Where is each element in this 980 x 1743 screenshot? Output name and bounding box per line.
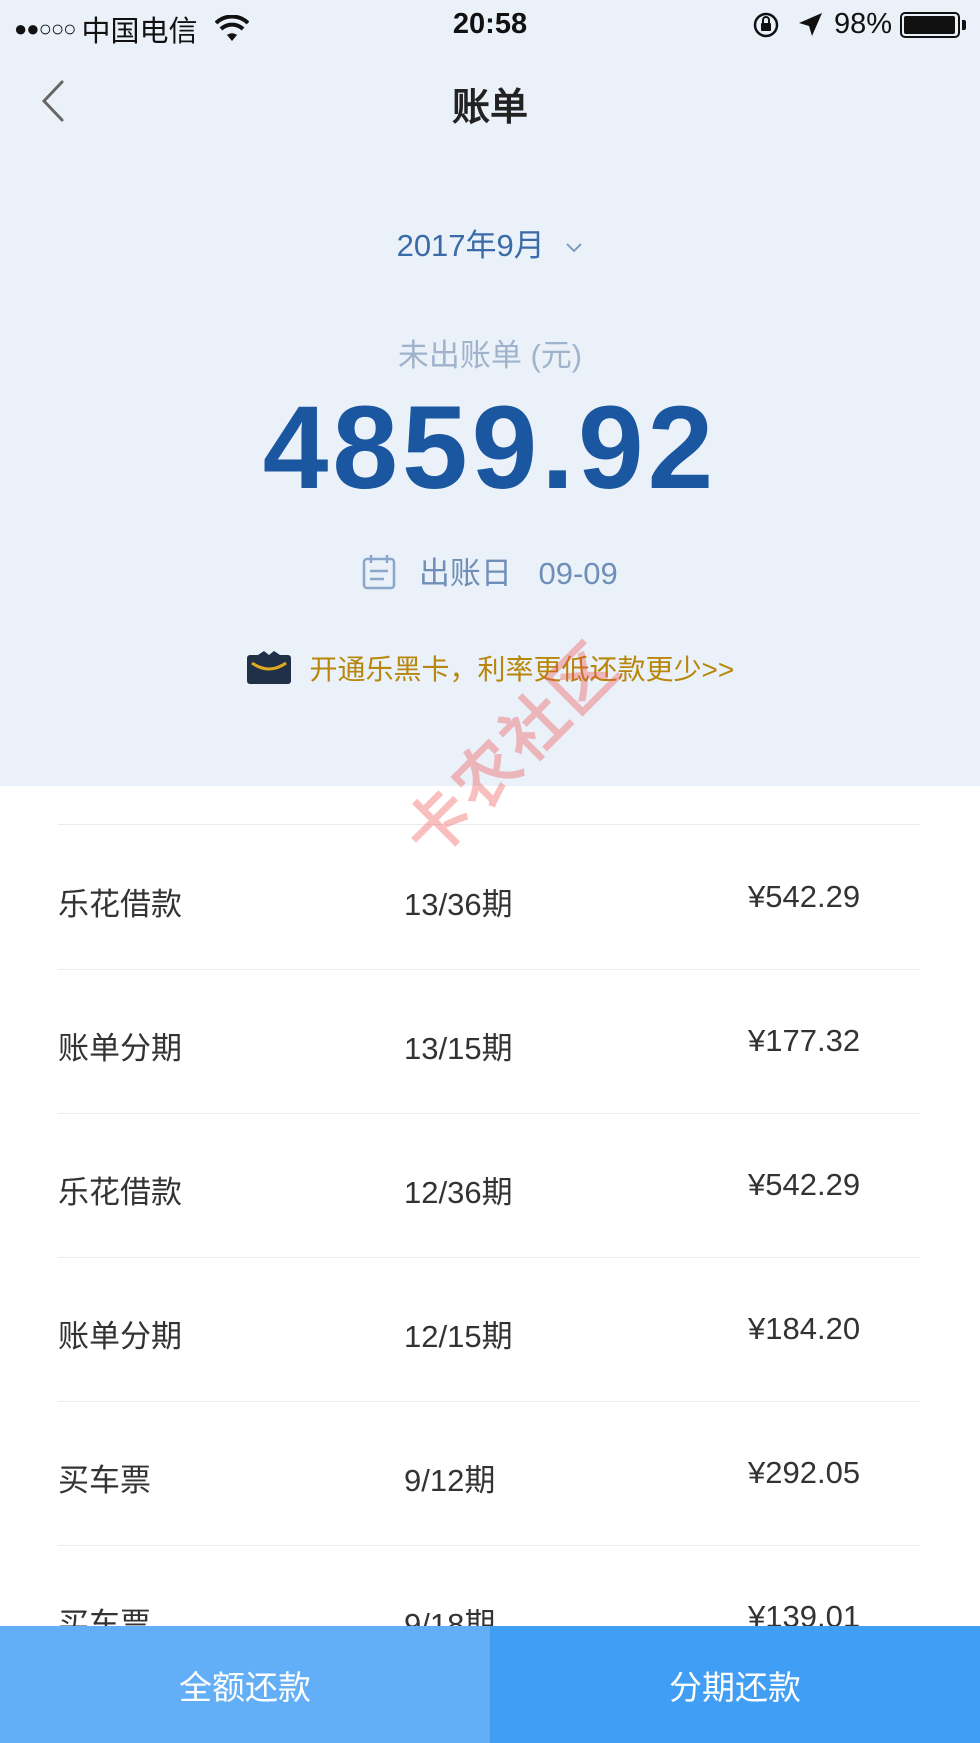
item-period: 13/15期	[404, 1031, 513, 1066]
bill-date: 出账日 09-09	[0, 548, 980, 593]
calendar-icon	[362, 555, 396, 590]
full-repay-button[interactable]: 全额还款	[0, 1626, 490, 1743]
item-amount: ¥542.29	[748, 879, 861, 914]
bill-date-value: 09-09	[538, 556, 618, 591]
item-name: 乐花借款	[58, 887, 182, 922]
unbilled-amount: 4859.92	[262, 382, 718, 514]
page-title: 账单	[451, 87, 528, 129]
installment-repay-button[interactable]: 分期还款	[490, 1626, 980, 1743]
month-selector[interactable]: 2017年9月	[0, 220, 980, 265]
list-item[interactable]: 乐花借款 12/36期 ¥542.29	[58, 1113, 920, 1258]
list-item[interactable]: 乐花借款 13/36期 ¥542.29	[58, 825, 920, 970]
unbilled-label: 未出账单 (元)	[397, 338, 583, 373]
status-bar: ●●○○○ 中国电信 20:58 98%	[0, 0, 980, 50]
item-period: 9/12期	[404, 1463, 496, 1498]
chevron-down-icon	[566, 243, 583, 253]
item-name: 账单分期	[58, 1319, 182, 1354]
list-item[interactable]: 账单分期 12/15期 ¥184.20	[58, 1257, 920, 1402]
list-item[interactable]: 账单分期 13/15期 ¥177.32	[58, 969, 920, 1114]
black-card-icon	[246, 651, 291, 684]
item-name: 账单分期	[58, 1031, 182, 1066]
bottom-action-bar: 全额还款 分期还款	[0, 1626, 980, 1743]
status-right: 98%	[752, 8, 966, 41]
item-period: 13/36期	[404, 887, 513, 922]
month-label: 2017年9月	[396, 228, 545, 263]
item-period: 12/36期	[404, 1175, 513, 1210]
item-amount: ¥542.29	[748, 1167, 861, 1202]
battery-level	[904, 15, 955, 34]
promo-text: 开通乐黑卡，利率更低还款更少>>	[309, 654, 735, 685]
black-card-promo[interactable]: 开通乐黑卡，利率更低还款更少>>	[0, 648, 980, 688]
bill-date-label: 出账日	[418, 556, 512, 591]
battery-percent: 98%	[833, 8, 892, 40]
item-period: 12/15期	[404, 1319, 513, 1354]
rotation-lock-icon	[753, 12, 779, 37]
location-arrow-icon	[798, 12, 822, 36]
item-amount: ¥292.05	[748, 1455, 861, 1490]
item-name: 乐花借款	[58, 1175, 182, 1210]
list-item[interactable]: 买车票 9/12期 ¥292.05	[58, 1401, 920, 1546]
item-amount: ¥184.20	[748, 1311, 861, 1346]
battery-tip	[962, 19, 966, 30]
battery-icon	[900, 11, 960, 38]
item-name: 买车票	[58, 1463, 151, 1498]
item-amount: ¥177.32	[748, 1023, 861, 1058]
